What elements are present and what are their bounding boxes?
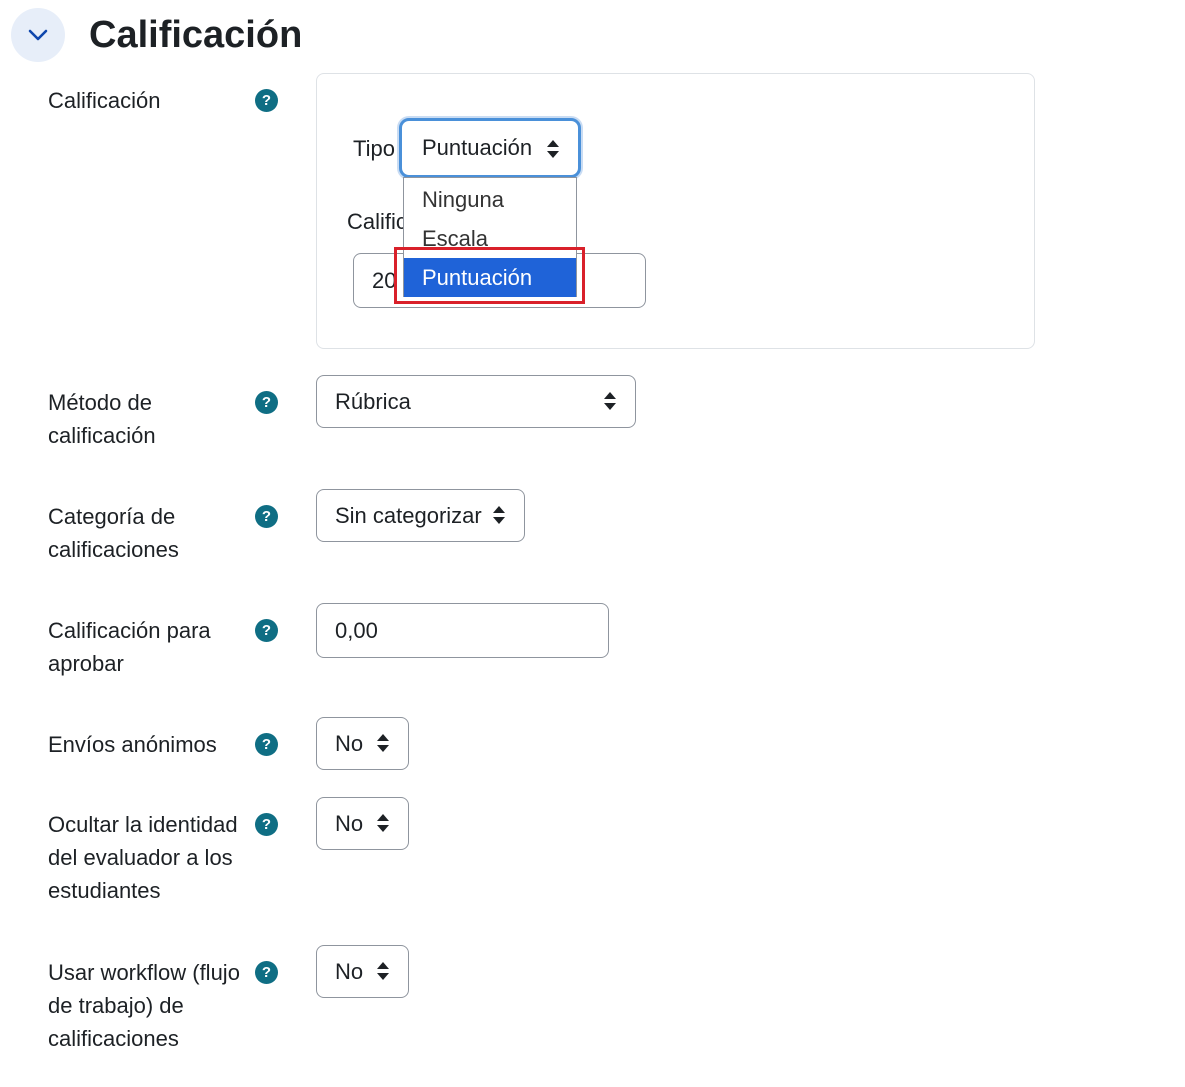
anonymous-submissions-label: Envíos anónimos	[48, 732, 217, 757]
grading-workflow-select[interactable]: No	[316, 945, 409, 998]
collapse-section-button[interactable]	[11, 8, 65, 62]
max-grade-value: 20	[372, 268, 397, 293]
grade-category-select[interactable]: Sin categorizar	[316, 489, 525, 542]
help-icon[interactable]: ?	[255, 391, 278, 414]
help-icon[interactable]: ?	[255, 619, 278, 642]
sort-arrows-icon	[377, 962, 389, 980]
grading-workflow-label: Usar workflow (flujo de trabajo) de cali…	[48, 960, 240, 1051]
hide-grader-label: Ocultar la identidad del evaluador a los…	[48, 812, 238, 903]
grade-type-value: Puntuación	[422, 135, 533, 160]
grade-settings-page: Calificación Calificación ? Tipo Calific…	[0, 0, 1185, 1087]
grading-method-value: Rúbrica	[335, 389, 411, 414]
help-icon[interactable]: ?	[255, 89, 278, 112]
help-icon[interactable]: ?	[255, 813, 278, 836]
grading-method-label: Método de calificación	[48, 390, 156, 448]
annotation-highlight-box	[394, 247, 585, 304]
grade-category-value: Sin categorizar	[335, 503, 482, 528]
option-ninguna[interactable]: Ninguna	[404, 180, 576, 219]
sort-arrows-icon	[493, 506, 505, 524]
grade-type-label: Tipo	[353, 136, 395, 161]
help-icon[interactable]: ?	[255, 505, 278, 528]
chevron-down-icon	[28, 29, 48, 41]
sort-arrows-icon	[377, 814, 389, 832]
help-icon[interactable]: ?	[255, 733, 278, 756]
anonymous-submissions-value: No	[335, 731, 364, 756]
grade-category-label: Categoría de calificaciones	[48, 504, 179, 562]
sort-arrows-icon	[547, 140, 559, 158]
help-icon[interactable]: ?	[255, 961, 278, 984]
sort-arrows-icon	[377, 734, 389, 752]
grading-workflow-value: No	[335, 959, 364, 984]
pass-grade-value: 0,00	[335, 618, 378, 643]
grade-type-select[interactable]: Puntuación	[399, 118, 581, 178]
pass-grade-label: Calificación para aprobar	[48, 618, 211, 676]
hide-grader-value: No	[335, 811, 364, 836]
max-grade-label: Calific	[347, 209, 407, 234]
section-title: Calificación	[89, 14, 303, 56]
pass-grade-input[interactable]: 0,00	[316, 603, 609, 658]
hide-grader-select[interactable]: No	[316, 797, 409, 850]
sort-arrows-icon	[604, 392, 616, 410]
anonymous-submissions-select[interactable]: No	[316, 717, 409, 770]
grade-label: Calificación	[48, 88, 161, 113]
grading-method-select[interactable]: Rúbrica	[316, 375, 636, 428]
